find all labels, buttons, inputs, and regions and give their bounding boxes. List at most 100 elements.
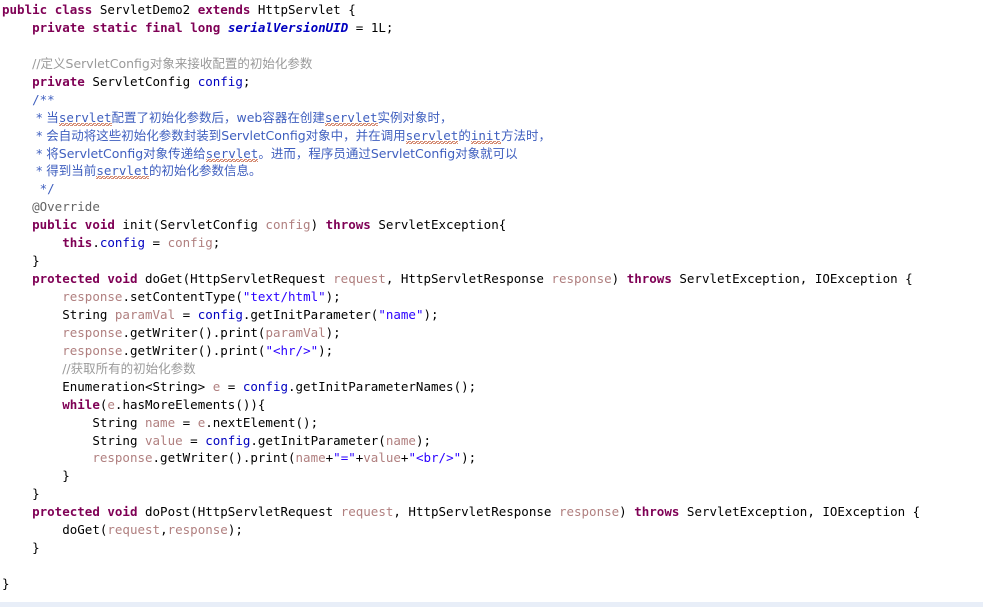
code-token-jdoc: */ xyxy=(32,181,55,197)
code-line[interactable] xyxy=(0,37,983,55)
code-token-plain: .getInitParameter( xyxy=(242,306,379,322)
code-token-cmt: //获取所有的初始化参数 xyxy=(62,360,196,376)
code-token-plain: ); xyxy=(325,289,341,304)
code-line[interactable]: response.getWriter().print("<hr/>"); xyxy=(0,342,983,360)
code-line[interactable]: @Override xyxy=(0,198,983,216)
code-line[interactable]: } xyxy=(0,575,983,593)
code-line[interactable]: public class ServletDemo2 extends HttpSe… xyxy=(0,1,983,19)
code-token-plain: , xyxy=(160,522,168,538)
code-line[interactable]: * 将ServletConfig对象传递给servlet。进而，程序员通过Ser… xyxy=(0,145,983,163)
code-token-plain: String xyxy=(92,432,145,448)
code-token-local: config xyxy=(167,235,213,251)
source-code-text[interactable]: public class ServletDemo2 extends HttpSe… xyxy=(0,1,983,593)
code-token-cmt: //定义ServletConfig对象来接收配置的初始化参数 xyxy=(32,55,313,71)
code-token-plain: init(ServletConfig xyxy=(114,217,266,233)
code-line[interactable]: response.setContentType("text/html"); xyxy=(0,288,983,306)
code-token-jdoc: * 会自动将这些初始化参数封装到ServletConfig对象中，并在调用 xyxy=(32,127,406,143)
code-token-plain: = 1L; xyxy=(348,19,394,35)
code-token-local: request xyxy=(333,271,386,287)
code-line[interactable]: response.getWriter().print(name+"="+valu… xyxy=(0,449,983,467)
code-token-local: response xyxy=(558,504,620,520)
code-token-kw: private xyxy=(32,19,85,35)
code-token-plain: = xyxy=(220,378,243,394)
code-line[interactable]: } xyxy=(0,539,983,557)
code-line[interactable]: } xyxy=(0,467,983,485)
code-line[interactable]: this.config = config; xyxy=(0,234,983,252)
code-token-kw: void xyxy=(107,271,138,287)
code-line[interactable]: /** xyxy=(0,91,983,109)
code-token-plain: ); xyxy=(325,324,341,340)
code-line[interactable]: Enumeration<String> e = config.getInitPa… xyxy=(0,378,983,396)
code-token-kw: public xyxy=(2,2,48,17)
editor-bottom-band xyxy=(0,602,983,607)
code-line[interactable]: } xyxy=(0,485,983,503)
code-token-plain: .getInitParameter( xyxy=(250,432,386,448)
code-editor-surface[interactable]: public class ServletDemo2 extends HttpSe… xyxy=(0,0,983,607)
code-token-jdoc-misspelled: init xyxy=(470,127,501,143)
code-token-field: config xyxy=(205,432,251,448)
code-token-plain: String xyxy=(62,306,115,322)
code-token-plain: doGet(HttpServletRequest xyxy=(137,271,334,287)
code-line[interactable]: protected void doGet(HttpServletRequest … xyxy=(0,270,983,288)
code-token-field: config xyxy=(242,378,288,394)
code-line[interactable]: * 当servlet配置了初始化参数后，web容器在创建servlet实例对象时… xyxy=(0,109,983,127)
code-token-field: config xyxy=(99,235,146,251)
code-token-plain: = xyxy=(182,432,206,448)
code-token-plain: .getWriter().print( xyxy=(122,324,266,340)
code-token-kw: public xyxy=(32,217,78,233)
code-line[interactable]: * 得到当前servlet的初始化参数信息。 xyxy=(0,162,983,180)
code-line[interactable]: private ServletConfig config; xyxy=(0,73,983,91)
code-line[interactable]: //获取所有的初始化参数 xyxy=(0,360,983,378)
code-token-local: paramVal xyxy=(265,324,326,340)
code-line[interactable]: String value = config.getInitParameter(n… xyxy=(0,432,983,450)
code-token-local: response xyxy=(62,324,123,340)
code-token-local: request xyxy=(107,522,161,538)
code-line[interactable] xyxy=(0,557,983,575)
code-line[interactable]: String name = e.nextElement(); xyxy=(0,414,983,432)
code-line[interactable]: protected void doPost(HttpServletRequest… xyxy=(0,503,983,521)
code-token-plain: ServletException, IOException { xyxy=(679,504,921,520)
code-line[interactable]: public void init(ServletConfig config) t… xyxy=(0,216,983,234)
code-line[interactable]: } xyxy=(0,252,983,270)
code-token-kw: this xyxy=(62,235,93,251)
code-token-plain: = xyxy=(175,306,198,322)
code-token-jdoc: 。进而，程序员通过ServletConfig对象就可以 xyxy=(258,145,518,161)
code-token-plain: .setContentType( xyxy=(122,289,243,304)
code-line[interactable]: doGet(request,response); xyxy=(0,521,983,539)
code-token-plain: = xyxy=(175,414,198,430)
code-token-kw: void xyxy=(107,504,138,520)
code-line[interactable]: while(e.hasMoreElements()){ xyxy=(0,396,983,414)
code-token-jdoc: 实例对象时， xyxy=(377,109,453,125)
code-token-plain: .getInitParameterNames(); xyxy=(288,378,477,394)
code-line[interactable]: String paramVal = config.getInitParamete… xyxy=(0,306,983,324)
code-line[interactable]: * 会自动将这些初始化参数封装到ServletConfig对象中，并在调用ser… xyxy=(0,127,983,145)
code-token-plain: HttpServlet { xyxy=(250,2,356,17)
code-line[interactable]: //定义ServletConfig对象来接收配置的初始化参数 xyxy=(0,55,983,73)
code-line[interactable]: private static final long serialVersionU… xyxy=(0,19,983,37)
code-token-plain: .nextElement(); xyxy=(205,414,319,430)
code-token-plain: ) xyxy=(619,504,635,520)
code-token-plain: ); xyxy=(318,342,334,358)
code-token-kw: static xyxy=(92,19,138,35)
code-line[interactable]: */ xyxy=(0,180,983,198)
code-token-jdoc: 配置了初始化参数后，web容器在创建 xyxy=(111,109,325,125)
code-line[interactable]: response.getWriter().print(paramVal); xyxy=(0,324,983,342)
code-token-jdoc-misspelled: servlet xyxy=(324,109,378,125)
code-token-plain: Enumeration<String> xyxy=(62,378,213,394)
code-token-plain: String xyxy=(92,414,145,430)
